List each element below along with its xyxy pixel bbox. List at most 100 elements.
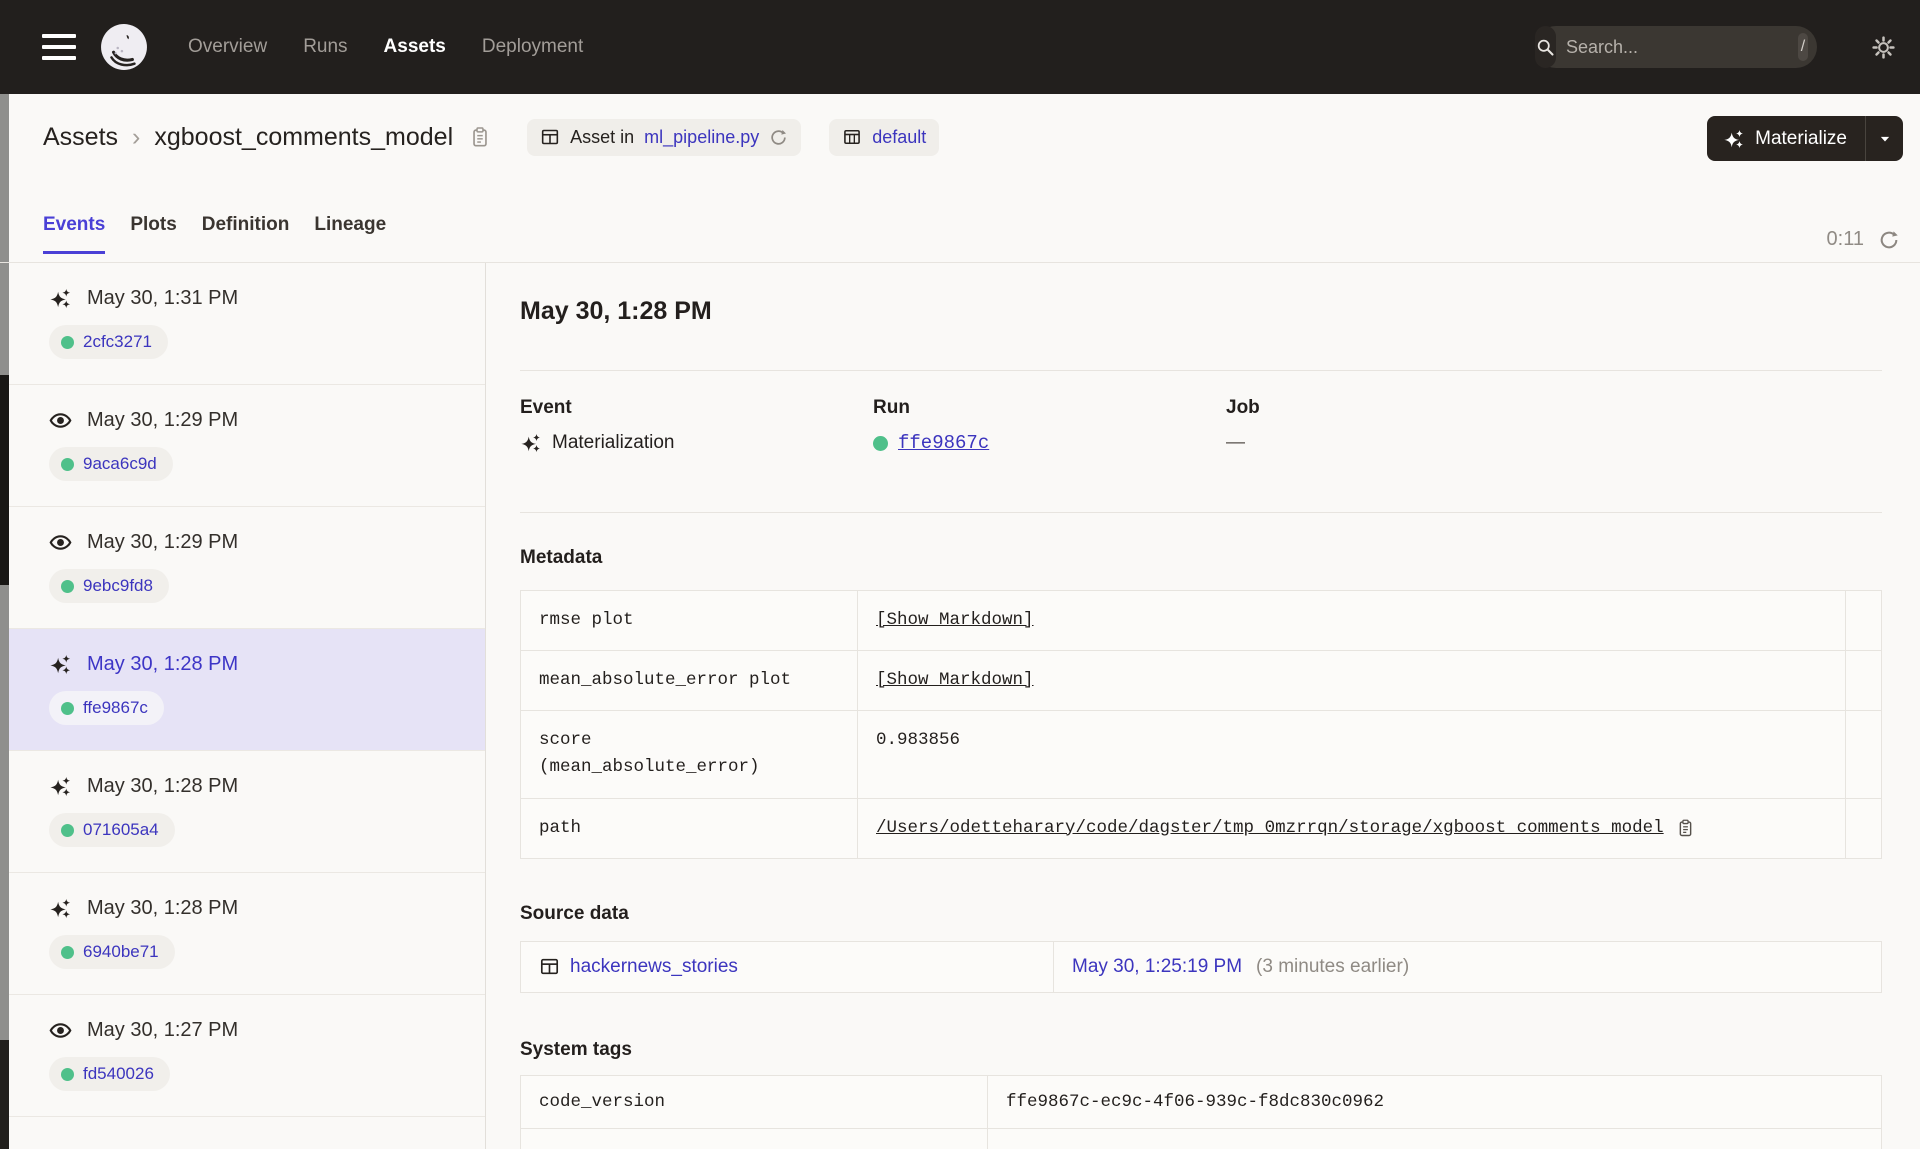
run-pill[interactable]: fd540026 [49,1057,170,1091]
event-list-item[interactable]: May 30, 1:29 PM 9ebc9fd8 [9,507,485,629]
path-link[interactable]: /Users/odetteharary/code/dagster/tmp_0mz… [876,815,1664,842]
run-status-dot [61,335,74,349]
metadata-value: 0.983856 [876,730,961,751]
breadcrumb-assets-link[interactable]: Assets [43,123,118,152]
event-list-item-selected[interactable]: May 30, 1:28 PM ffe9867c [9,629,485,751]
top-navbar: Overview Runs Assets Deployment / [0,0,1920,94]
show-markdown-link[interactable]: [Show Markdown] [876,610,1034,630]
observation-eye-icon [49,413,72,428]
source-data-heading: Source data [520,902,629,924]
event-list-item[interactable]: May 30, 1:29 PM 9aca6c9d [9,385,485,507]
event-list-item[interactable]: May 30, 1:27 PM fd540026 [9,995,485,1117]
source-asset-link[interactable]: hackernews_stories [570,956,738,978]
divider [520,512,1882,513]
nav-item-assets[interactable]: Assets [384,36,446,58]
asset-tabs: Events Plots Definition Lineage [43,214,386,254]
run-pill[interactable]: 9aca6c9d [49,447,173,481]
table-row: hackernews_stories May 30, 1:25:19 PM (3… [521,941,1881,992]
metadata-key: rmse plot [521,591,858,651]
source-time-link[interactable]: May 30, 1:25:19 PM [1072,956,1242,978]
system-tags-table: code_version ffe9867c-ec9c-4f06-939c-f8d… [520,1074,1882,1149]
materialize-split-button: Materialize [1707,116,1903,161]
divider [520,370,1882,371]
tab-lineage[interactable]: Lineage [314,214,386,254]
run-pill[interactable]: 071605a4 [49,813,175,847]
run-column-label: Run [873,397,910,418]
run-status-dot [61,579,74,593]
run-pill[interactable]: 6940be71 [49,935,175,969]
system-tags-heading: System tags [520,1038,632,1060]
run-link[interactable]: ffe9867c [898,432,989,454]
copy-path-icon[interactable] [1676,817,1695,839]
run-pill[interactable]: ffe9867c [49,691,164,725]
system-tag-key: code_version [521,1075,988,1128]
event-list-item[interactable]: May 30, 1:28 PM 6940be71 [9,873,485,995]
metadata-key: path [521,798,858,858]
asset-definition-tag[interactable]: Asset in ml_pipeline.py [527,118,802,156]
caret-down-icon [1880,136,1889,141]
table-row: code_version ffe9867c-ec9c-4f06-939c-f8d… [521,1075,1881,1128]
source-data-table: hackernews_stories May 30, 1:25:19 PM (3… [520,940,1882,993]
materialize-sparkle-icon [1724,129,1744,148]
asset-header-row: Assets › xgboost_comments_model Asset in… [43,94,1903,180]
refresh-icon[interactable] [1878,229,1900,251]
run-id: 6940be71 [83,942,159,961]
run-status-dot [61,823,74,837]
asset-tag-prefix: Asset in [570,126,635,147]
refresh-timer: 0:11 [1827,228,1900,251]
observation-eye-icon [49,535,72,550]
materialize-options-button[interactable] [1865,116,1903,161]
repo-tag[interactable]: default [829,118,940,156]
materialization-sparkle-icon [521,433,541,453]
tab-events[interactable]: Events [43,214,106,254]
copy-asset-name-icon[interactable] [469,124,491,150]
materialize-label: Materialize [1755,127,1847,149]
repo-tag-label: default [872,126,927,147]
nav-item-overview[interactable]: Overview [188,36,267,58]
metadata-heading: Metadata [520,547,603,568]
event-list-item[interactable]: May 30, 1:28 PM 071605a4 [9,751,485,873]
search-shortcut-badge: / [1798,33,1808,61]
event-list-item[interactable]: May 30, 1:31 PM 2cfc3271 [9,263,485,385]
refresh-countdown: 0:11 [1826,228,1864,250]
show-markdown-link[interactable]: [Show Markdown] [876,670,1034,690]
nav-item-runs[interactable]: Runs [303,36,347,58]
tab-plots[interactable]: Plots [130,214,176,254]
run-id: 2cfc3271 [83,332,152,351]
nav-item-deployment[interactable]: Deployment [482,36,583,58]
event-type-value: Materialization [552,432,675,453]
materialization-sparkle-icon [50,288,71,309]
global-search[interactable]: / [1535,26,1817,68]
run-id: 9aca6c9d [83,454,157,473]
source-time-relative: (3 minutes earlier) [1256,955,1410,977]
gear-icon[interactable] [1871,35,1896,60]
event-time: May 30, 1:29 PM [87,409,239,431]
metadata-key: mean_absolute_error plot [521,651,858,711]
tab-definition[interactable]: Definition [202,214,290,254]
observation-eye-icon [49,1023,72,1038]
job-value: — [1226,432,1245,453]
search-input[interactable] [1556,36,1798,58]
pipeline-file-link[interactable]: ml_pipeline.py [644,127,759,148]
run-pill[interactable]: 2cfc3271 [49,325,168,359]
hamburger-icon[interactable] [42,34,76,60]
main-nav: Overview Runs Assets Deployment [188,36,583,58]
table-row: mean_absolute_error plot [Show Markdown] [521,650,1881,711]
repo-icon [844,129,861,145]
run-status-dot [61,701,74,715]
run-status-dot [61,1067,74,1081]
event-time: May 30, 1:31 PM [87,287,239,309]
system-tag-value: ffe9867c-ec9c-4f06-939c-f8dc830c0962 [1006,1091,1385,1112]
job-column-label: Job [1226,397,1260,418]
event-time: May 30, 1:28 PM [87,775,239,797]
asset-table-icon [540,958,559,975]
materialize-button[interactable]: Materialize [1707,116,1865,161]
event-time: May 30, 1:29 PM [87,531,239,553]
reload-definition-icon[interactable] [769,128,788,147]
table-row [521,1127,1881,1149]
dagster-app: Overview Runs Assets Deployment / Assets… [0,0,1920,1149]
run-pill[interactable]: 9ebc9fd8 [49,569,169,603]
metadata-key: score (mean_absolute_error) [521,711,858,798]
dagster-logo [101,24,147,70]
materialization-sparkle-icon [50,898,71,919]
